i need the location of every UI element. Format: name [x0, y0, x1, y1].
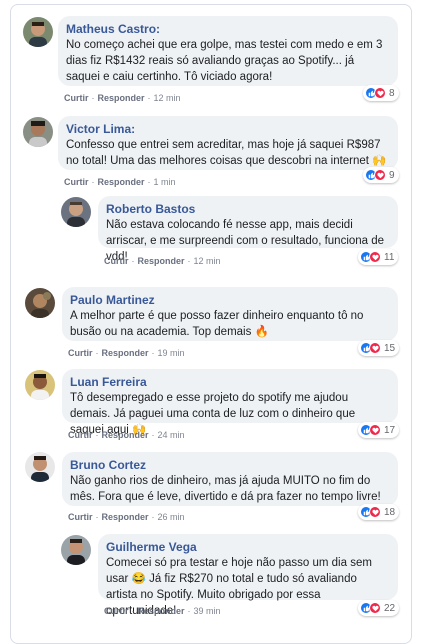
comment-bubble: Paulo Martinez A melhor parte é que poss… — [62, 287, 398, 341]
reaction-count: 9 — [389, 169, 395, 181]
love-reaction-icon — [369, 424, 381, 436]
reply-link[interactable]: Responder — [98, 177, 145, 187]
separator: · — [95, 430, 99, 440]
comment-actions: Curtir · Responder · 12 min — [104, 256, 221, 266]
separator: · — [151, 348, 155, 358]
reply-link[interactable]: Responder — [98, 93, 145, 103]
avatar[interactable] — [23, 17, 53, 47]
author-name[interactable]: Bruno Cortez — [70, 457, 390, 473]
comment-actions: Curtir · Responder · 24 min — [68, 430, 185, 440]
comment-text: Confesso que entrei sem acreditar, mas h… — [66, 139, 387, 167]
comment-bubble: Roberto Bastos Não estava colocando fé n… — [98, 196, 398, 263]
reactions-badge[interactable]: 17 — [358, 422, 400, 438]
reaction-count: 11 — [384, 251, 395, 263]
reply-link[interactable]: Responder — [102, 512, 149, 522]
reaction-count: 18 — [384, 506, 396, 518]
avatar[interactable] — [25, 452, 55, 482]
separator: · — [147, 93, 151, 103]
author-name[interactable]: Paulo Martinez — [70, 292, 390, 308]
like-link[interactable]: Curtir — [64, 93, 89, 103]
author-name[interactable]: Guilherme Vega — [106, 539, 390, 555]
separator: · — [187, 606, 191, 616]
like-link[interactable]: Curtir — [64, 177, 89, 187]
separator: · — [151, 512, 155, 522]
love-reaction-icon — [374, 87, 386, 99]
reactions-badge[interactable]: 22 — [358, 600, 400, 616]
avatar[interactable] — [61, 197, 91, 227]
reactions-badge[interactable]: 15 — [358, 340, 400, 356]
separator: · — [147, 177, 151, 187]
timestamp: 12 min — [193, 256, 221, 266]
separator: · — [131, 256, 135, 266]
reply-link[interactable]: Responder — [138, 606, 185, 616]
reaction-count: 17 — [384, 424, 396, 436]
timestamp: 1 min — [153, 177, 176, 187]
avatar[interactable] — [25, 288, 55, 318]
timestamp: 24 min — [157, 430, 185, 440]
avatar[interactable] — [61, 535, 91, 565]
avatar[interactable] — [23, 117, 53, 147]
separator: · — [95, 348, 99, 358]
comment-actions: Curtir · Responder · 19 min — [68, 348, 185, 358]
timestamp: 26 min — [157, 512, 185, 522]
comment-text: A melhor parte é que posso fazer dinheir… — [70, 310, 364, 338]
love-reaction-icon — [369, 251, 381, 263]
love-reaction-icon — [369, 342, 381, 354]
comment-actions: Curtir · Responder · 1 min — [64, 177, 176, 187]
reactions-badge[interactable]: 18 — [358, 504, 400, 520]
like-link[interactable]: Curtir — [68, 512, 93, 522]
reply-link[interactable]: Responder — [102, 430, 149, 440]
comment-bubble: Matheus Castro: No começo achei que era … — [58, 16, 398, 86]
like-link[interactable]: Curtir — [104, 606, 129, 616]
reply-link[interactable]: Responder — [138, 256, 185, 266]
comment-text: No começo achei que era golpe, mas teste… — [66, 39, 383, 83]
author-name[interactable]: Matheus Castro: — [66, 21, 390, 37]
reactions-badge[interactable]: 8 — [363, 85, 399, 101]
like-link[interactable]: Curtir — [68, 430, 93, 440]
love-reaction-icon — [374, 169, 386, 181]
separator: · — [91, 177, 95, 187]
author-name[interactable]: Roberto Bastos — [106, 201, 390, 217]
author-name[interactable]: Victor Lima: — [66, 121, 390, 137]
separator: · — [151, 430, 155, 440]
reactions-badge[interactable]: 11 — [358, 249, 399, 265]
comment-bubble: Victor Lima: Confesso que entrei sem acr… — [58, 116, 398, 170]
comment-actions: Curtir · Responder · 26 min — [68, 512, 185, 522]
reaction-count: 22 — [384, 602, 396, 614]
comment-bubble: Guilherme Vega Comecei só pra testar e h… — [98, 534, 398, 617]
reactions-badge[interactable]: 9 — [363, 167, 399, 183]
comment-bubble: Luan Ferreira Tô desempregado e esse pro… — [62, 369, 398, 436]
comment-actions: Curtir · Responder · 39 min — [104, 606, 221, 616]
love-reaction-icon — [369, 602, 381, 614]
timestamp: 19 min — [157, 348, 185, 358]
reaction-count: 8 — [389, 87, 395, 99]
comment-text: Não ganho rios de dinheiro, mas já ajuda… — [70, 475, 381, 503]
like-link[interactable]: Curtir — [104, 256, 129, 266]
reaction-count: 15 — [384, 342, 396, 354]
timestamp: 39 min — [193, 606, 221, 616]
comment-actions: Curtir · Responder · 12 min — [64, 93, 181, 103]
love-reaction-icon — [369, 506, 381, 518]
reply-link[interactable]: Responder — [102, 348, 149, 358]
separator: · — [131, 606, 135, 616]
author-name[interactable]: Luan Ferreira — [70, 374, 390, 390]
separator: · — [95, 512, 99, 522]
avatar[interactable] — [25, 370, 55, 400]
comment-bubble: Bruno Cortez Não ganho rios de dinheiro,… — [62, 452, 398, 506]
timestamp: 12 min — [153, 93, 181, 103]
like-link[interactable]: Curtir — [68, 348, 93, 358]
separator: · — [91, 93, 95, 103]
separator: · — [187, 256, 191, 266]
